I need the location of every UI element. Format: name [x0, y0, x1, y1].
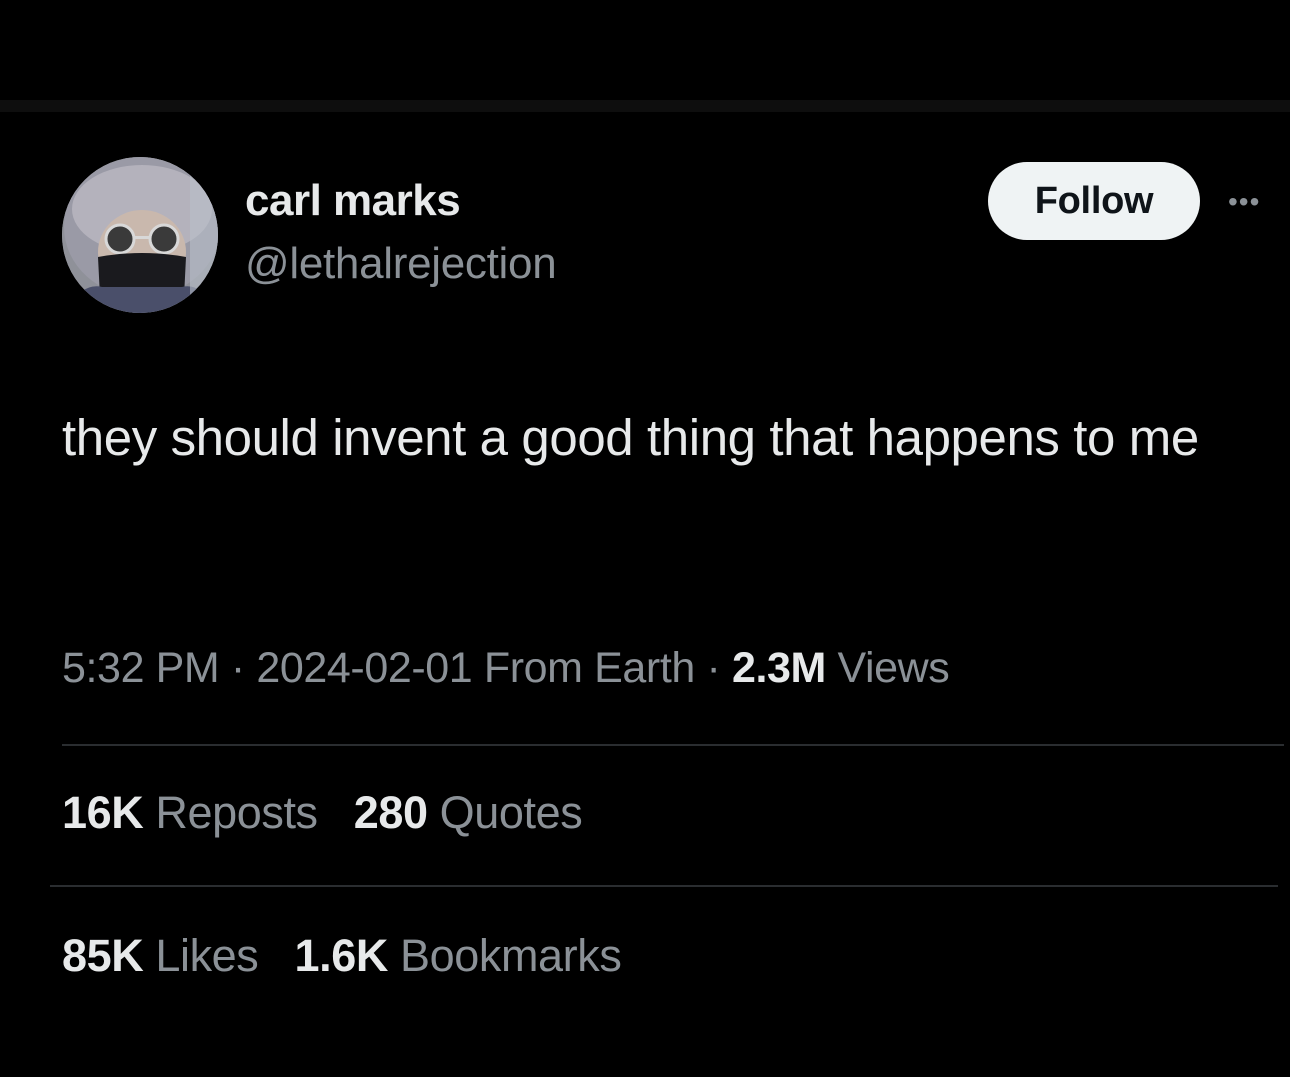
quotes-stat[interactable]: 280 Quotes [354, 787, 583, 839]
tweet-text: they should invent a good thing that hap… [62, 409, 1199, 466]
tweet-metadata: 5:32 PM · 2024-02-01 From Earth · 2.3M V… [62, 644, 950, 693]
more-horizontal-icon[interactable]: ••• [1228, 182, 1288, 222]
bookmarks-label: Bookmarks [400, 930, 622, 981]
meta-separator: · [706, 644, 721, 692]
profile-photo-icon [62, 157, 218, 313]
display-name[interactable]: carl marks [245, 176, 461, 226]
likes-stat[interactable]: 85K Likes [62, 930, 259, 982]
top-bar [0, 0, 1290, 100]
follow-button[interactable]: Follow [988, 162, 1200, 240]
engagement-row-1: 16K Reposts 280 Quotes [62, 787, 606, 839]
tweet-detail: carl marks @lethalrejection Follow ••• t… [0, 112, 1290, 1077]
reposts-count: 16K [62, 787, 144, 838]
top-divider [0, 100, 1290, 112]
bookmarks-stat[interactable]: 1.6K Bookmarks [295, 930, 622, 982]
bookmarks-count: 1.6K [294, 930, 389, 981]
avatar[interactable] [62, 157, 218, 313]
reposts-label: Reposts [155, 787, 318, 838]
views-count: 2.3M [731, 644, 826, 692]
meta-separator: · [230, 644, 245, 692]
user-handle[interactable]: @lethalrejection [245, 239, 557, 289]
views-label: Views [837, 644, 950, 692]
tweet-time[interactable]: 5:32 PM [62, 644, 220, 692]
divider [62, 744, 1284, 746]
divider [50, 885, 1278, 887]
quotes-label: Quotes [439, 787, 583, 838]
engagement-row-2: 85K Likes 1.6K Bookmarks [62, 930, 645, 982]
tweet-source: From Earth [483, 644, 695, 692]
likes-count: 85K [62, 930, 144, 981]
quotes-count: 280 [353, 787, 428, 838]
reposts-stat[interactable]: 16K Reposts [62, 787, 318, 839]
tweet-date[interactable]: 2024-02-01 [256, 644, 472, 692]
likes-label: Likes [155, 930, 259, 981]
